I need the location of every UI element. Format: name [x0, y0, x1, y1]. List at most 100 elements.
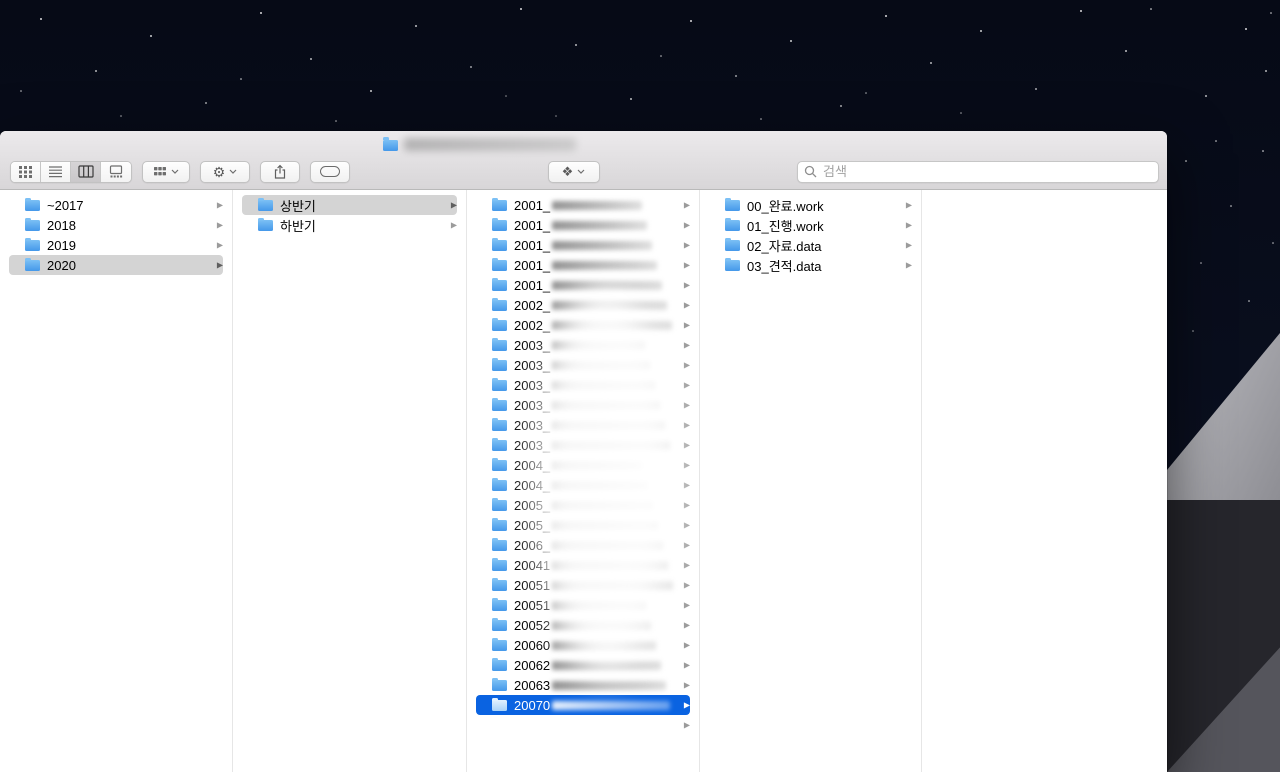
list-item[interactable]: 20051 ▶ — [467, 595, 699, 615]
list-item[interactable]: 20041 ▶ — [467, 555, 699, 575]
list-item[interactable]: 2004_ ▶ — [467, 475, 699, 495]
list-view-button[interactable] — [41, 161, 71, 182]
gallery-view-button[interactable] — [101, 161, 131, 182]
dropbox-menu-button[interactable]: ❖ — [547, 160, 600, 183]
list-item[interactable]: ~2017 ▶ — [0, 195, 232, 215]
list-item[interactable]: 2020 ▶ — [0, 255, 232, 275]
item-label: 2004_ — [514, 477, 551, 493]
folder-icon — [492, 597, 507, 611]
list-item[interactable]: 2003_ ▶ — [467, 355, 699, 375]
list-item[interactable]: 20062 ▶ — [467, 655, 699, 675]
list-item[interactable]: 00_완료.work ▶ — [700, 195, 921, 215]
finder-column-years[interactable]: ~2017 ▶ 2018 ▶ 2019 ▶ 2020 ▶ — [0, 190, 233, 772]
group-menu-button[interactable] — [142, 160, 190, 183]
list-item[interactable]: 02_자료.data ▶ — [700, 235, 921, 255]
chevron-right-icon: ▶ — [683, 400, 690, 410]
list-item[interactable]: 2005_ ▶ — [467, 495, 699, 515]
list-item[interactable]: ▶ — [467, 715, 699, 735]
list-item[interactable]: 03_견적.data ▶ — [700, 255, 921, 275]
list-item[interactable]: 상반기 ▶ — [233, 195, 466, 215]
folder-icon — [492, 657, 507, 671]
folder-icon — [25, 237, 40, 251]
chevron-right-icon: ▶ — [683, 660, 690, 670]
list-item[interactable]: 20070 ▶ — [467, 695, 699, 715]
finder-column-empty[interactable] — [922, 190, 1167, 772]
list-item[interactable]: 20060 ▶ — [467, 635, 699, 655]
finder-column-projects[interactable]: 2001_ ▶ 2001_ ▶ 2001_ ▶ 2001_ ▶ 2001_ ▶ 2002_ ▶ 2002… — [467, 190, 700, 772]
action-menu-button[interactable]: ⚙ — [200, 160, 250, 183]
item-label: 00_완료.work — [747, 198, 824, 214]
list-item[interactable]: 2001_ ▶ — [467, 275, 699, 295]
list-item[interactable]: 하반기 ▶ — [233, 215, 466, 235]
list-item[interactable]: 20051 ▶ — [467, 575, 699, 595]
list-item[interactable]: 2001_ ▶ — [467, 215, 699, 235]
list-item[interactable]: 2001_ ▶ — [467, 255, 699, 275]
folder-icon — [492, 697, 507, 711]
item-label: 20051 — [514, 577, 551, 593]
list-item[interactable]: 01_진행.work ▶ — [700, 215, 921, 235]
list-item[interactable]: 2006_ ▶ — [467, 535, 699, 555]
chevron-right-icon: ▶ — [683, 260, 690, 270]
icon-view-button[interactable] — [11, 161, 41, 182]
item-label: 2020 — [47, 257, 76, 273]
redacted-text — [552, 540, 664, 550]
item-label: 2002_ — [514, 297, 551, 313]
item-label: 20060 — [514, 637, 551, 653]
redacted-text — [552, 700, 671, 710]
selection-highlight — [9, 255, 223, 275]
chevron-right-icon: ▶ — [450, 220, 457, 230]
column-view-button[interactable] — [71, 161, 101, 182]
item-label: 02_자료.data — [747, 238, 822, 254]
chevron-right-icon: ▶ — [683, 220, 690, 230]
toolbar: ⚙ ❖ — [0, 158, 1167, 189]
list-item[interactable]: 20052 ▶ — [467, 615, 699, 635]
chevron-right-icon: ▶ — [683, 520, 690, 530]
share-button[interactable] — [260, 160, 300, 183]
tag-button[interactable] — [310, 160, 350, 183]
group-icon — [154, 166, 166, 175]
window-title — [383, 137, 576, 151]
chevron-right-icon: ▶ — [683, 200, 690, 210]
chevron-right-icon: ▶ — [683, 540, 690, 550]
list-item[interactable]: 2003_ ▶ — [467, 415, 699, 435]
list-item[interactable]: 2001_ ▶ — [467, 195, 699, 215]
list-item[interactable]: 2003_ ▶ — [467, 375, 699, 395]
chevron-right-icon: ▶ — [905, 220, 912, 230]
item-label: 03_견적.data — [747, 258, 822, 274]
list-item[interactable]: 2003_ ▶ — [467, 395, 699, 415]
list-item[interactable]: 2003_ ▶ — [467, 335, 699, 355]
redacted-text — [552, 260, 658, 270]
list-item[interactable]: 2019 ▶ — [0, 235, 232, 255]
list-item[interactable]: 2018 ▶ — [0, 215, 232, 235]
folder-icon — [492, 637, 507, 651]
search-input[interactable] — [821, 163, 1152, 180]
chevron-right-icon: ▶ — [216, 260, 223, 270]
folder-icon — [492, 337, 507, 351]
list-item[interactable]: 2001_ ▶ — [467, 235, 699, 255]
chevron-right-icon: ▶ — [450, 200, 457, 210]
chevron-down-icon — [577, 169, 585, 174]
list-item[interactable]: 2004_ ▶ — [467, 455, 699, 475]
folder-icon — [492, 197, 507, 211]
finder-window: ⚙ ❖ ~2017 ▶ 2018 ▶ — [0, 131, 1167, 772]
item-label: 01_진행.work — [747, 218, 824, 234]
finder-column-half-year[interactable]: 상반기 ▶ 하반기 ▶ — [233, 190, 467, 772]
item-label: 하반기 — [280, 218, 316, 234]
title-bar[interactable] — [0, 131, 1167, 158]
chevron-right-icon: ▶ — [683, 700, 690, 710]
list-item[interactable]: 2005_ ▶ — [467, 515, 699, 535]
folder-icon — [492, 537, 507, 551]
grid-view-icon — [19, 166, 32, 178]
chevron-right-icon: ▶ — [683, 580, 690, 590]
list-item[interactable]: 2002_ ▶ — [467, 315, 699, 335]
folder-icon — [492, 517, 507, 531]
list-item[interactable]: 2003_ ▶ — [467, 435, 699, 455]
folder-icon — [492, 217, 507, 231]
finder-column-categories[interactable]: 00_완료.work ▶ 01_진행.work ▶ 02_자료.data ▶ 03_견적.d… — [700, 190, 922, 772]
chevron-right-icon: ▶ — [683, 480, 690, 490]
list-item[interactable]: 2002_ ▶ — [467, 295, 699, 315]
folder-icon — [492, 357, 507, 371]
folder-icon — [725, 197, 740, 211]
item-label: 2005_ — [514, 517, 551, 533]
list-item[interactable]: 20063 ▶ — [467, 675, 699, 695]
